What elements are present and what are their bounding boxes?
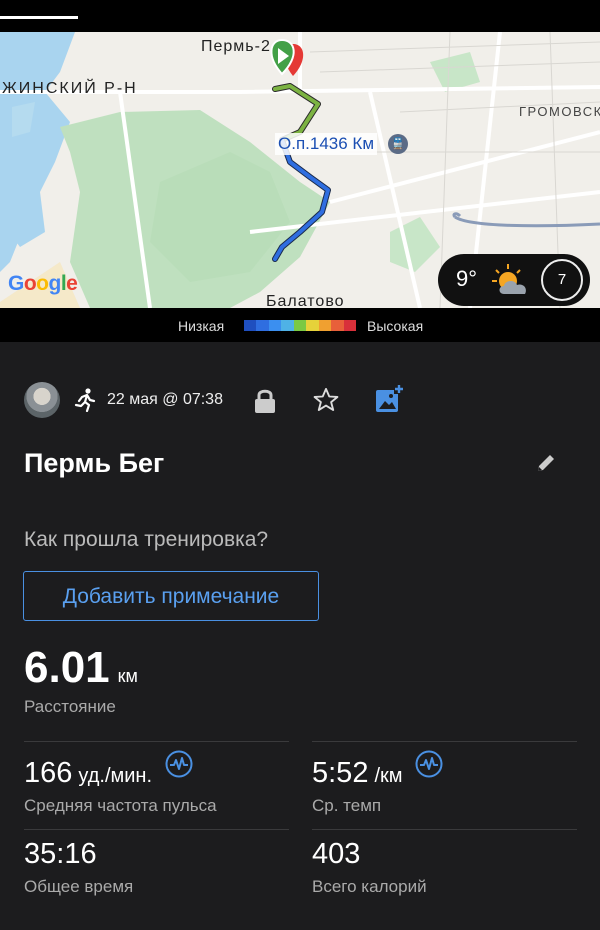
google-logo: Google xyxy=(8,272,78,295)
heart-rate-unit: уд./мин. xyxy=(78,765,153,787)
add-photo-icon[interactable] xyxy=(374,384,404,419)
legend-color-segment xyxy=(244,320,257,331)
map-label-balatovo: Балатово xyxy=(266,293,345,308)
activity-date: 22 мая @ 07:38 xyxy=(107,391,223,408)
pace-unit: /км xyxy=(374,765,403,787)
legend-color-segment xyxy=(293,320,307,331)
weather-temperature: 9° xyxy=(456,266,478,291)
route-map[interactable]: Пермь-2 ЖИНСКИЙ Р-Н ГРОМОВСК О.п.1436 Км… xyxy=(0,32,600,308)
total-time-label: Общее время xyxy=(24,877,134,896)
distance-label: Расстояние xyxy=(24,697,116,716)
legend-low-label: Низкая xyxy=(178,318,225,334)
legend-color-segment xyxy=(318,320,332,331)
map-label-station: О.п.1436 Км xyxy=(275,133,378,155)
legend-color-segment xyxy=(281,320,294,331)
total-time-value: 35:16 xyxy=(24,838,97,870)
lock-icon[interactable] xyxy=(253,387,277,420)
divider xyxy=(24,829,289,830)
legend-color-segment xyxy=(256,320,269,331)
legend-color-segment xyxy=(343,320,356,331)
wind-speed-icon: 7 xyxy=(541,259,583,301)
partly-cloudy-icon xyxy=(490,262,534,303)
legend-color-segment xyxy=(306,320,319,331)
distance-value: 6.01 км xyxy=(24,643,138,693)
calories-stat: 403 Всего калорий xyxy=(312,838,427,897)
avg-pace-stat[interactable]: 5:52/км Ср. темп xyxy=(312,750,443,816)
legend-color-segment xyxy=(331,320,344,331)
avatar[interactable] xyxy=(24,382,60,418)
weather-badge[interactable]: 9° 7 xyxy=(438,254,590,306)
legend-color-segment xyxy=(268,320,282,331)
distance-unit: км xyxy=(117,666,138,686)
pace-chart-icon[interactable] xyxy=(415,750,443,783)
pace-value: 5:52 xyxy=(312,757,369,789)
map-label-perm: Пермь-2 xyxy=(201,38,271,55)
calories-value: 403 xyxy=(312,838,361,870)
calories-label: Всего калорий xyxy=(312,877,427,896)
divider xyxy=(312,741,577,742)
activity-meta-row: 22 мая @ 07:38 xyxy=(24,382,584,418)
heart-rate-value: 166 xyxy=(24,757,73,789)
edit-pencil-icon[interactable] xyxy=(535,452,557,479)
avg-heart-rate-stat[interactable]: 166 уд./мин. Средняя частота пульса xyxy=(24,750,217,816)
map-label-district: ЖИНСКИЙ Р-Н xyxy=(2,80,138,97)
add-note-button[interactable]: Добавить примечание xyxy=(23,571,319,621)
train-station-icon: 🚆 xyxy=(388,134,408,154)
distance-number: 6.01 xyxy=(24,643,110,692)
tab-indicator xyxy=(0,16,78,19)
workout-question: Как прошла тренировка? xyxy=(24,528,269,551)
running-icon xyxy=(74,388,96,417)
divider xyxy=(312,829,577,830)
status-bar xyxy=(0,0,600,32)
legend-color-bar xyxy=(244,320,356,331)
total-time-stat: 35:16 Общее время xyxy=(24,838,133,897)
heart-rate-legend: Низкая Высокая xyxy=(0,308,600,342)
map-label-gromovsk: ГРОМОВСК xyxy=(519,104,600,119)
divider xyxy=(24,741,289,742)
activity-title: Пермь Бег xyxy=(24,448,165,478)
heart-rate-chart-icon[interactable] xyxy=(165,750,193,783)
heart-rate-label: Средняя частота пульса xyxy=(24,796,217,815)
legend-high-label: Высокая xyxy=(367,318,424,334)
star-icon[interactable] xyxy=(312,386,340,419)
pace-label: Ср. темп xyxy=(312,796,382,815)
